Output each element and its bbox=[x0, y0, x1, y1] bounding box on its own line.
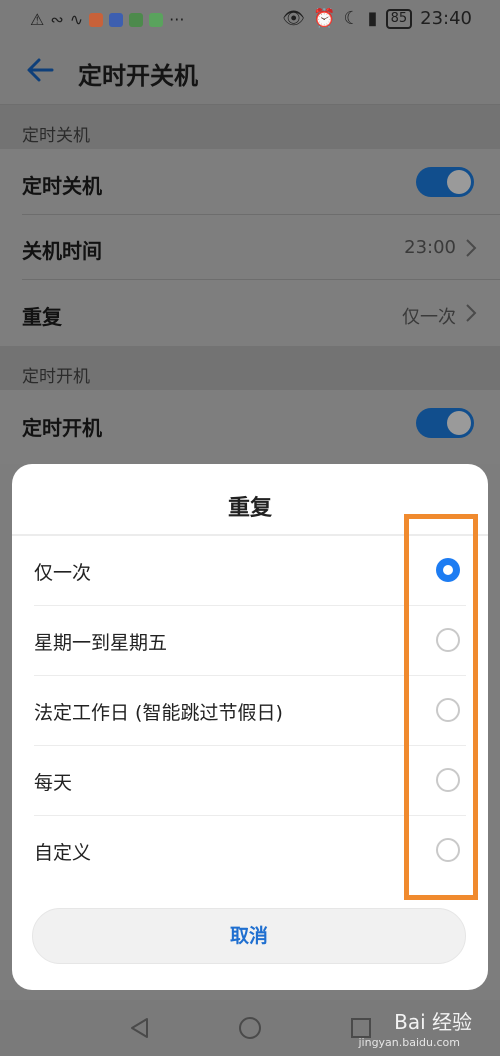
option-label: 每天 bbox=[34, 772, 73, 794]
cancel-button[interactable]: 取消 bbox=[32, 908, 466, 964]
status-left-icons: ⚠ ∾ ∿ ··· bbox=[30, 10, 184, 29]
toggle-knob bbox=[447, 170, 471, 194]
option-label: 星期一到星期五 bbox=[34, 632, 168, 654]
eye-icon: 👁 bbox=[282, 8, 306, 29]
app-icon bbox=[149, 12, 164, 27]
row-value: 仅一次 bbox=[402, 307, 456, 328]
row-value: 23:00 bbox=[404, 237, 456, 258]
watermark-logo: Bai 经验 bbox=[394, 1010, 472, 1034]
more-icon: ··· bbox=[169, 10, 185, 29]
row-label: 重复 bbox=[22, 305, 62, 329]
title-bar: 定时开关机 bbox=[0, 40, 500, 104]
app-icon bbox=[129, 12, 144, 27]
chevron-right-icon bbox=[466, 304, 477, 322]
chevron-right-icon bbox=[466, 239, 477, 257]
status-bar: ⚠ ∾ ∿ ··· 👁 ⏰ ☾ ▮ 85 23:40 bbox=[0, 0, 500, 40]
back-arrow-icon[interactable] bbox=[22, 52, 58, 88]
alert-icon: ⚠ bbox=[30, 10, 45, 29]
vibrate-icon: ▮ bbox=[367, 8, 378, 29]
row-on-toggle[interactable]: 定时开机 bbox=[0, 390, 500, 464]
nav-home-icon[interactable] bbox=[238, 1016, 262, 1040]
app-icon bbox=[89, 12, 104, 27]
section-header-off: 定时关机 bbox=[0, 105, 500, 149]
battery-indicator: 85 bbox=[385, 8, 413, 29]
page-title: 定时开关机 bbox=[78, 62, 198, 90]
option-label: 法定工作日 (智能跳过节假日) bbox=[34, 702, 283, 724]
row-off-toggle[interactable]: 定时关机 bbox=[0, 149, 500, 215]
section-header-on: 定时开机 bbox=[0, 346, 500, 390]
toggle-knob bbox=[447, 411, 471, 435]
status-right: 👁 ⏰ ☾ ▮ 85 23:40 bbox=[282, 8, 472, 29]
highlight-box bbox=[404, 514, 478, 900]
row-off-time[interactable]: 关机时间 23:00 bbox=[0, 215, 500, 280]
moon-icon: ☾ bbox=[343, 8, 360, 29]
power-off-toggle[interactable] bbox=[416, 167, 474, 197]
activity-icon: ∿ bbox=[69, 10, 84, 29]
alarm-icon: ⏰ bbox=[313, 8, 336, 29]
option-label: 仅一次 bbox=[34, 562, 92, 584]
section-header-label: 定时开机 bbox=[22, 367, 90, 387]
section-header-label: 定时关机 bbox=[22, 126, 90, 146]
watermark-url: jingyan.baidu.com bbox=[358, 1036, 460, 1049]
power-on-toggle[interactable] bbox=[416, 408, 474, 438]
row-label: 定时开机 bbox=[22, 416, 102, 440]
option-label: 自定义 bbox=[34, 842, 92, 864]
app-icon bbox=[109, 12, 124, 27]
wifi-icon: ∾ bbox=[50, 10, 64, 29]
row-off-repeat[interactable]: 重复 仅一次 bbox=[0, 280, 500, 346]
nav-back-icon[interactable] bbox=[128, 1016, 150, 1040]
clock-time: 23:40 bbox=[420, 8, 472, 29]
row-label: 定时关机 bbox=[22, 174, 102, 198]
row-label: 关机时间 bbox=[22, 239, 102, 263]
